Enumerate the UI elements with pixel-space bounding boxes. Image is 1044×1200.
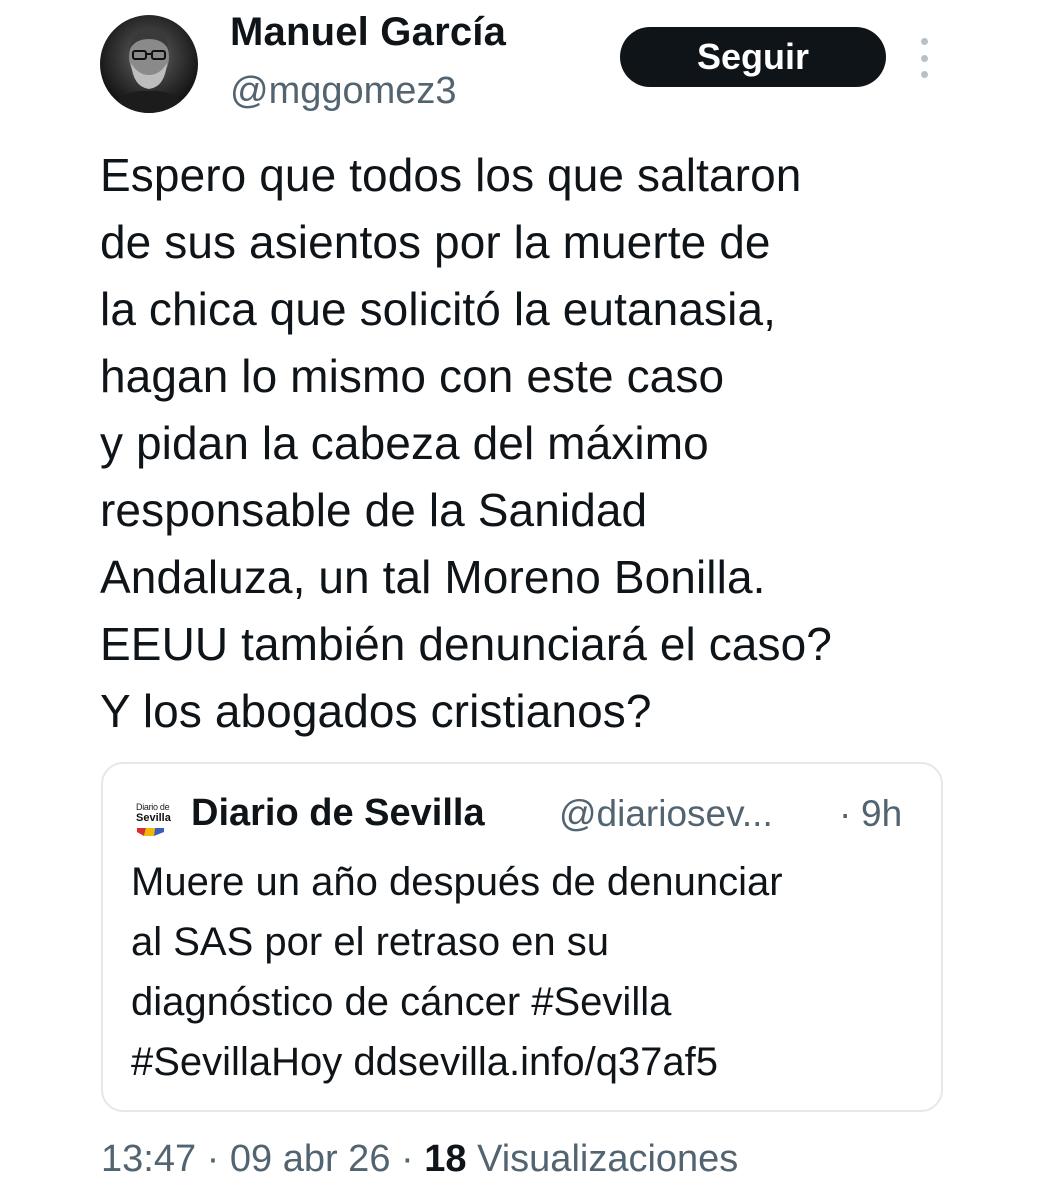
tweet-time[interactable]: 13:47 [101,1138,196,1180]
quoted-author-handle: @diariosev... [559,793,773,834]
views-count: 18 [424,1138,467,1180]
display-name[interactable]: Manuel García [230,10,506,55]
quoted-tweet-card[interactable]: Diario de Sevilla Diario de Sevilla @dia… [101,762,943,1112]
follow-button[interactable]: Seguir [620,27,886,87]
diario-de-sevilla-logo: Diario de Sevilla [133,802,177,842]
quoted-tweet-text: Muere un año después de denunciar al SAS… [131,860,783,1084]
quoted-separator: · [839,793,852,834]
avatar-image [110,29,188,113]
more-dot [920,38,928,45]
tweet-text: Espero que todos los que saltaron de sus… [100,149,832,737]
meta-separator: · [196,1138,230,1180]
tweet: Manuel García @mggomez3 Seguir Espero qu… [0,0,1044,1200]
avatar[interactable] [100,15,198,113]
quoted-author-name: Diario de Sevilla [191,792,485,834]
logo-top-text: Diario de [136,802,170,812]
meta-separator: · [390,1138,425,1180]
views-label: Visualizaciones [466,1138,739,1180]
logo-stripes-icon [137,828,164,836]
tweet-meta: 13:47 · 09 abr 26 · 18 Visualizaciones [101,1138,738,1181]
more-dot [920,71,928,78]
logo-main-text: Sevilla [136,812,171,824]
tweet-date[interactable]: 09 abr 26 [230,1138,391,1180]
quoted-timestamp: 9h [861,793,903,834]
more-dot [920,54,928,62]
more-vertical-icon[interactable] [912,38,936,78]
user-handle[interactable]: @mggomez3 [230,70,457,113]
